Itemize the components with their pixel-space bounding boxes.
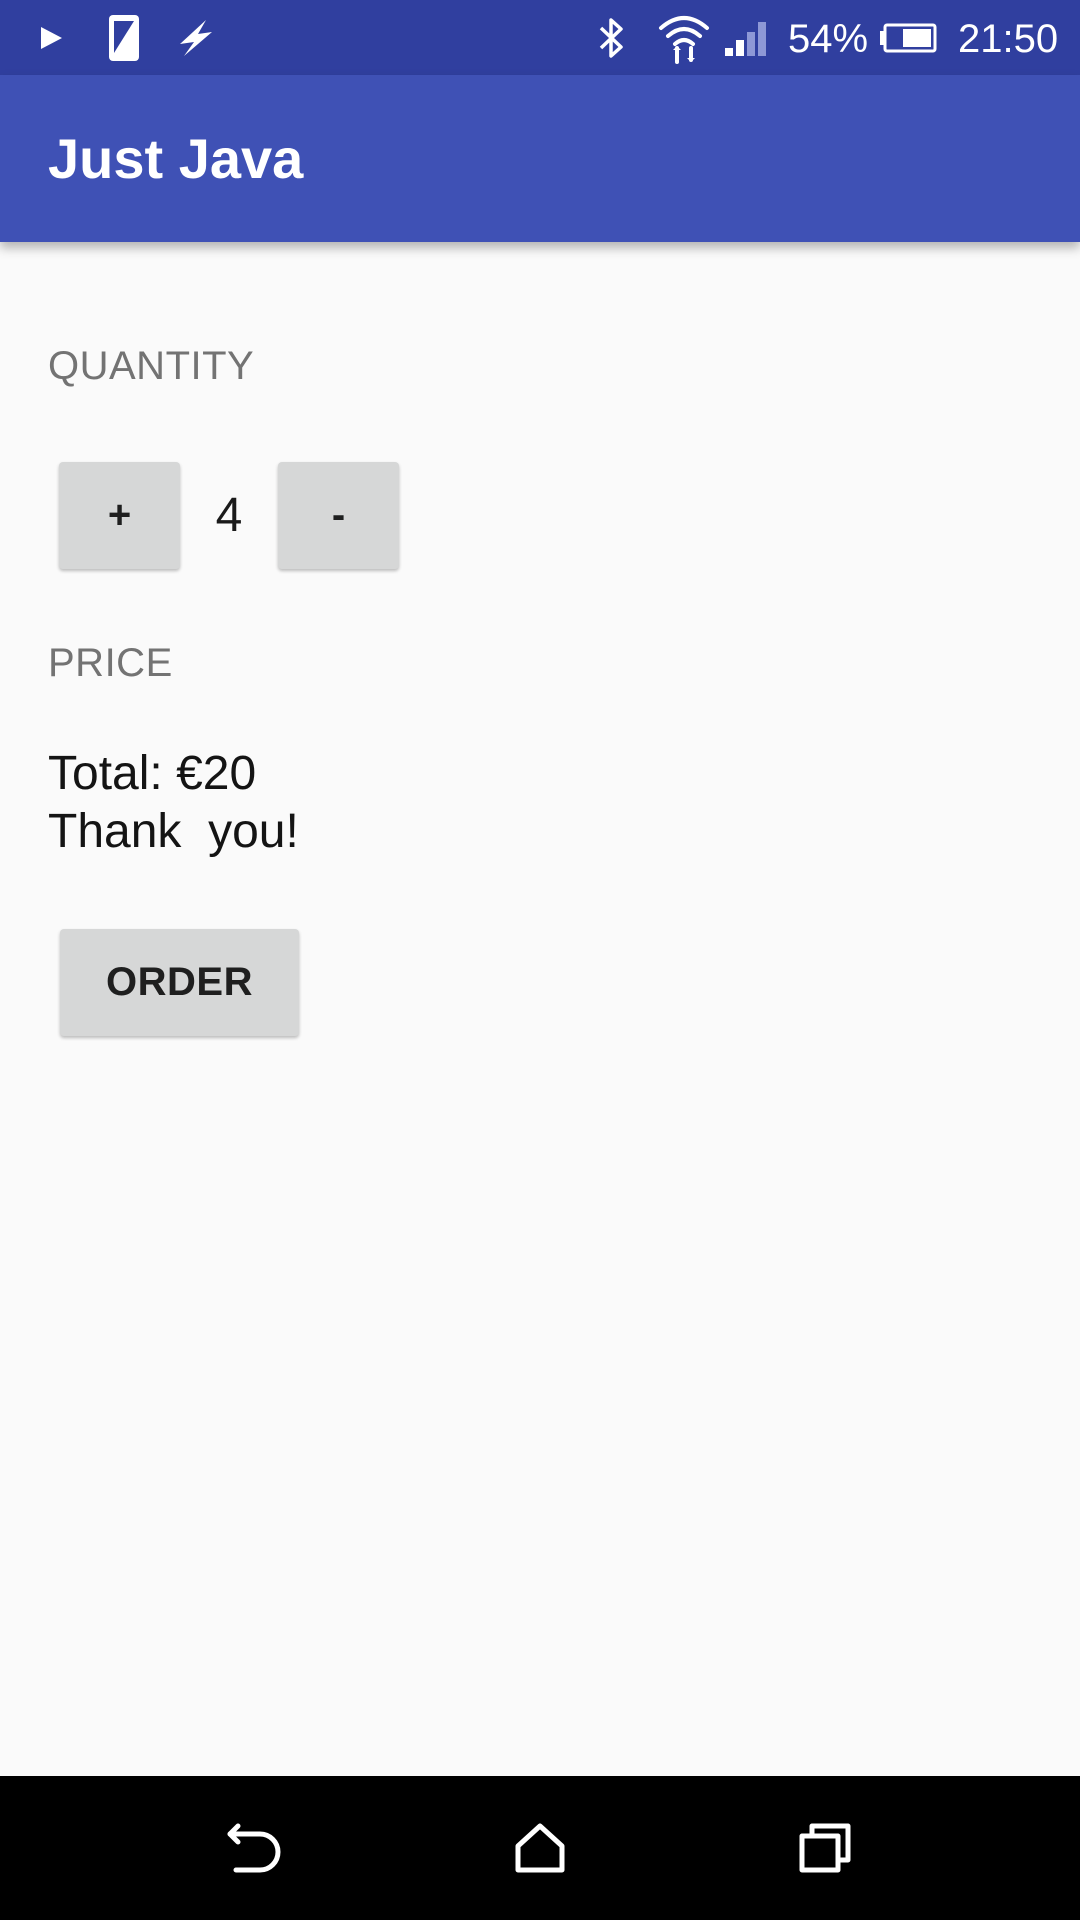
recents-icon[interactable] xyxy=(746,1776,906,1920)
price-label: PRICE xyxy=(48,641,173,685)
increment-button[interactable]: + xyxy=(59,462,180,569)
total-text: Total: €20 xyxy=(48,747,257,800)
order-button[interactable]: ORDER xyxy=(60,929,299,1036)
quantity-value: 4 xyxy=(215,489,243,542)
wifi-icon xyxy=(656,0,712,75)
battery-percent: 54% xyxy=(788,17,869,61)
app-title: Just Java xyxy=(48,127,304,190)
screenshot-icon xyxy=(104,0,144,75)
bluetooth-icon xyxy=(594,0,630,75)
quantity-label: QUANTITY xyxy=(48,344,255,388)
home-icon[interactable] xyxy=(460,1776,620,1920)
clock: 21:50 xyxy=(958,17,1059,61)
cell-signal-icon xyxy=(722,0,774,75)
back-icon[interactable] xyxy=(174,1776,334,1920)
battery-icon xyxy=(878,0,938,75)
status-bar: 54% 21:50 xyxy=(0,0,1080,75)
order-summary: Total: €20 Thank you! xyxy=(48,745,299,861)
app-bar: Just Java xyxy=(0,75,1080,242)
app-screen: 54% 21:50 Just Java QUANTITY + 4 - PRICE… xyxy=(0,0,1080,1920)
thank-you-text: Thank you! xyxy=(48,805,299,858)
decrement-button[interactable]: - xyxy=(278,462,399,569)
flash-icon xyxy=(172,0,220,75)
play-store-icon xyxy=(30,0,72,75)
navigation-bar xyxy=(0,1776,1080,1920)
